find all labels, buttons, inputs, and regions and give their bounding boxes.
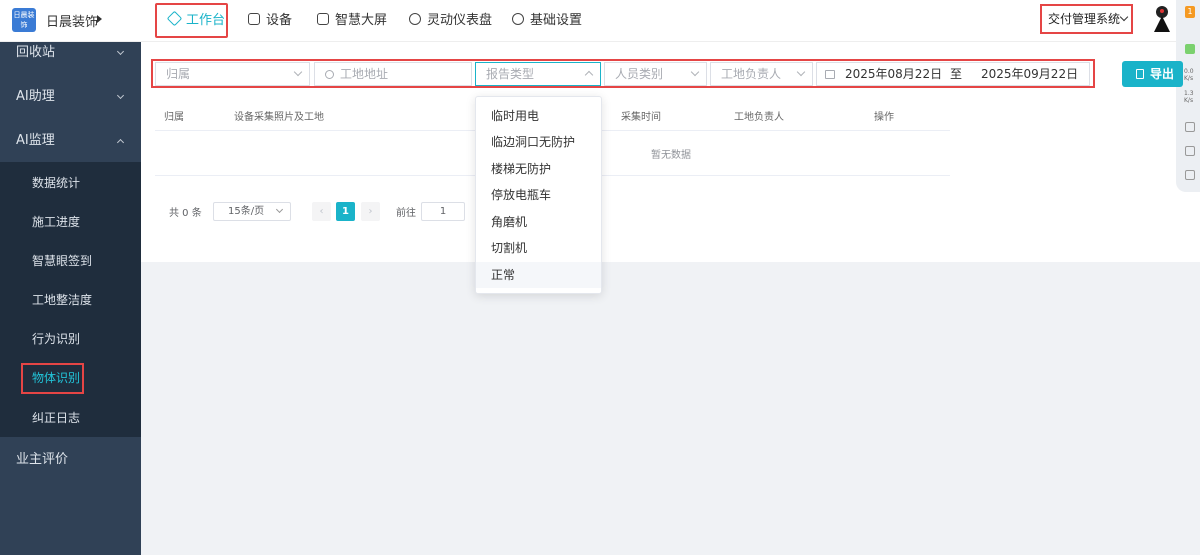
belong-select[interactable]: 归属 — [155, 62, 310, 86]
screenshot-icon[interactable] — [1185, 170, 1195, 180]
dropdown-option[interactable]: 临边洞口无防护 — [476, 129, 601, 155]
system-select[interactable]: 交付管理系统 — [1040, 4, 1133, 34]
chevron-down-icon — [116, 47, 125, 56]
person-type-placeholder: 人员类别 — [615, 67, 664, 81]
sidebar-item-label: AI助理 — [16, 89, 55, 104]
sidebar-item-behavior-recognition[interactable]: 行为识别 — [0, 320, 141, 358]
cube-icon — [166, 10, 183, 27]
brand-name[interactable]: 日晨装饰 — [46, 11, 98, 30]
dropdown-option[interactable]: 角磨机 — [476, 209, 601, 235]
next-page-button[interactable]: › — [361, 202, 380, 221]
notification-badge[interactable]: 1 — [1185, 6, 1195, 18]
sidebar-item-recycle[interactable]: 回收站 — [0, 34, 141, 72]
chevron-up-icon — [584, 70, 594, 80]
site-manager-placeholder: 工地负责人 — [721, 67, 782, 81]
column-header-photo-site: 设备采集照片及工地 — [234, 112, 324, 123]
calendar-icon — [825, 70, 835, 79]
date-start: 2025年08月22日 — [845, 67, 943, 81]
site-address-placeholder: 工地地址 — [340, 67, 389, 81]
dropdown-option[interactable]: 切割机 — [476, 235, 601, 261]
sidebar: 回收站 AI助理 AI监理 数据统计 施工进度 智慧眼签到 工地整洁度 行为识别… — [0, 42, 141, 555]
date-end: 2025年09月22日 — [981, 67, 1079, 81]
ai-supervision-submenu: 数据统计 施工进度 智慧眼签到 工地整洁度 行为识别 纠正日志 — [0, 162, 141, 437]
network-up-stat: 1.3 K/s — [1184, 90, 1194, 104]
date-range-picker[interactable]: 2025年08月22日 至 2025年09月22日 — [816, 62, 1090, 86]
nav-label: 灵动仪表盘 — [427, 13, 493, 28]
gear-icon — [512, 13, 524, 25]
chevron-down-icon — [293, 67, 303, 77]
report-type-placeholder: 报告类型 — [486, 67, 535, 81]
dropdown-option[interactable]: 正常 — [476, 262, 601, 288]
site-address-input[interactable]: 工地地址 — [314, 62, 472, 86]
empty-state: 暂无数据 — [651, 150, 691, 161]
avatar[interactable] — [1150, 6, 1174, 34]
chart-icon[interactable] — [1185, 146, 1195, 156]
gauge-icon — [409, 13, 421, 25]
sidebar-item-ai-assistant[interactable]: AI助理 — [0, 78, 141, 116]
column-header-belong: 归属 — [164, 112, 184, 123]
export-button[interactable]: 导出 — [1122, 61, 1183, 87]
chat-icon[interactable] — [1185, 122, 1195, 132]
chevron-down-icon — [275, 205, 284, 214]
sidebar-item-correction-log[interactable]: 纠正日志 — [0, 399, 141, 437]
column-header-actions: 操作 — [874, 112, 894, 123]
sidebar-item-object-recognition[interactable]: 物体识别 — [21, 363, 84, 394]
device-icon — [248, 13, 260, 25]
sidebar-item-statistics[interactable]: 数据统计 — [0, 164, 141, 202]
export-label: 导出 — [1150, 67, 1175, 81]
sidebar-item-smart-eye-checkin[interactable]: 智慧眼签到 — [0, 242, 141, 280]
nav-dashboard[interactable]: 灵动仪表盘 — [409, 11, 492, 31]
content-background — [141, 262, 1200, 555]
document-icon — [1136, 69, 1144, 79]
goto-page-input[interactable]: 1 — [421, 202, 465, 221]
nav-workbench[interactable]: 工作台 — [155, 3, 228, 38]
dropdown-option[interactable]: 楼梯无防护 — [476, 156, 601, 182]
chevron-down-icon — [1119, 12, 1129, 22]
pagination-total: 共 0 条 — [169, 208, 202, 219]
nav-label: 智慧大屏 — [335, 13, 388, 28]
report-type-select[interactable]: 报告类型 — [475, 62, 601, 86]
network-down-stat: 0.0 K/s — [1184, 68, 1194, 82]
date-separator: 至 — [950, 67, 963, 81]
chevron-down-icon — [796, 67, 806, 77]
sidebar-item-progress[interactable]: 施工进度 — [0, 203, 141, 241]
sidebar-item-label: AI监理 — [16, 133, 55, 148]
brand-logo[interactable]: 日晨装饰 — [12, 8, 36, 32]
sidebar-item-ai-supervision[interactable]: AI监理 — [0, 122, 141, 160]
sidebar-item-site-cleanliness[interactable]: 工地整洁度 — [0, 281, 141, 319]
sidebar-item-label: 业主评价 — [16, 452, 69, 467]
system-select-value: 交付管理系统 — [1048, 12, 1121, 26]
nav-label: 基础设置 — [530, 13, 583, 28]
chevron-down-icon — [690, 67, 700, 77]
battery-icon — [1185, 44, 1195, 54]
page-button-current[interactable]: 1 — [336, 202, 355, 221]
chevron-down-icon — [116, 91, 125, 100]
nav-smart-screen[interactable]: 智慧大屏 — [317, 11, 387, 31]
belong-placeholder: 归属 — [166, 67, 191, 81]
chevron-up-icon — [116, 138, 125, 147]
search-icon — [325, 70, 334, 79]
page-size-value: 15条/页 — [228, 206, 265, 217]
monitor-icon — [317, 13, 329, 25]
report-type-dropdown: 临时用电 临边洞口无防护 楼梯无防护 停放电瓶车 角磨机 切割机 正常 — [475, 96, 602, 294]
logo-text: 日晨装饰 — [13, 11, 35, 29]
caret-right-icon[interactable] — [97, 15, 102, 23]
nav-basic-settings[interactable]: 基础设置 — [512, 11, 582, 31]
sidebar-item-label: 回收站 — [16, 45, 56, 60]
sidebar-item-owner-review[interactable]: 业主评价 — [0, 441, 141, 479]
dropdown-option[interactable]: 临时用电 — [476, 103, 601, 129]
top-bar: 日晨装饰 日晨装饰 工作台 设备 智慧大屏 灵动仪表盘 基础设置 交付管理系统 — [0, 0, 1200, 42]
page-size-select[interactable]: 15条/页 — [213, 202, 291, 221]
goto-label: 前往 — [396, 208, 416, 219]
nav-devices[interactable]: 设备 — [248, 11, 292, 31]
column-header-capture-time: 采集时间 — [621, 112, 661, 123]
person-type-select[interactable]: 人员类别 — [604, 62, 707, 86]
dropdown-option[interactable]: 停放电瓶车 — [476, 182, 601, 208]
floating-toolbar: 1 0.0 K/s 1.3 K/s — [1176, 0, 1200, 192]
nav-label: 工作台 — [186, 13, 226, 28]
nav-label: 设备 — [266, 13, 293, 28]
column-header-site-manager: 工地负责人 — [734, 112, 784, 123]
prev-page-button[interactable]: ‹ — [312, 202, 331, 221]
site-manager-select[interactable]: 工地负责人 — [710, 62, 813, 86]
